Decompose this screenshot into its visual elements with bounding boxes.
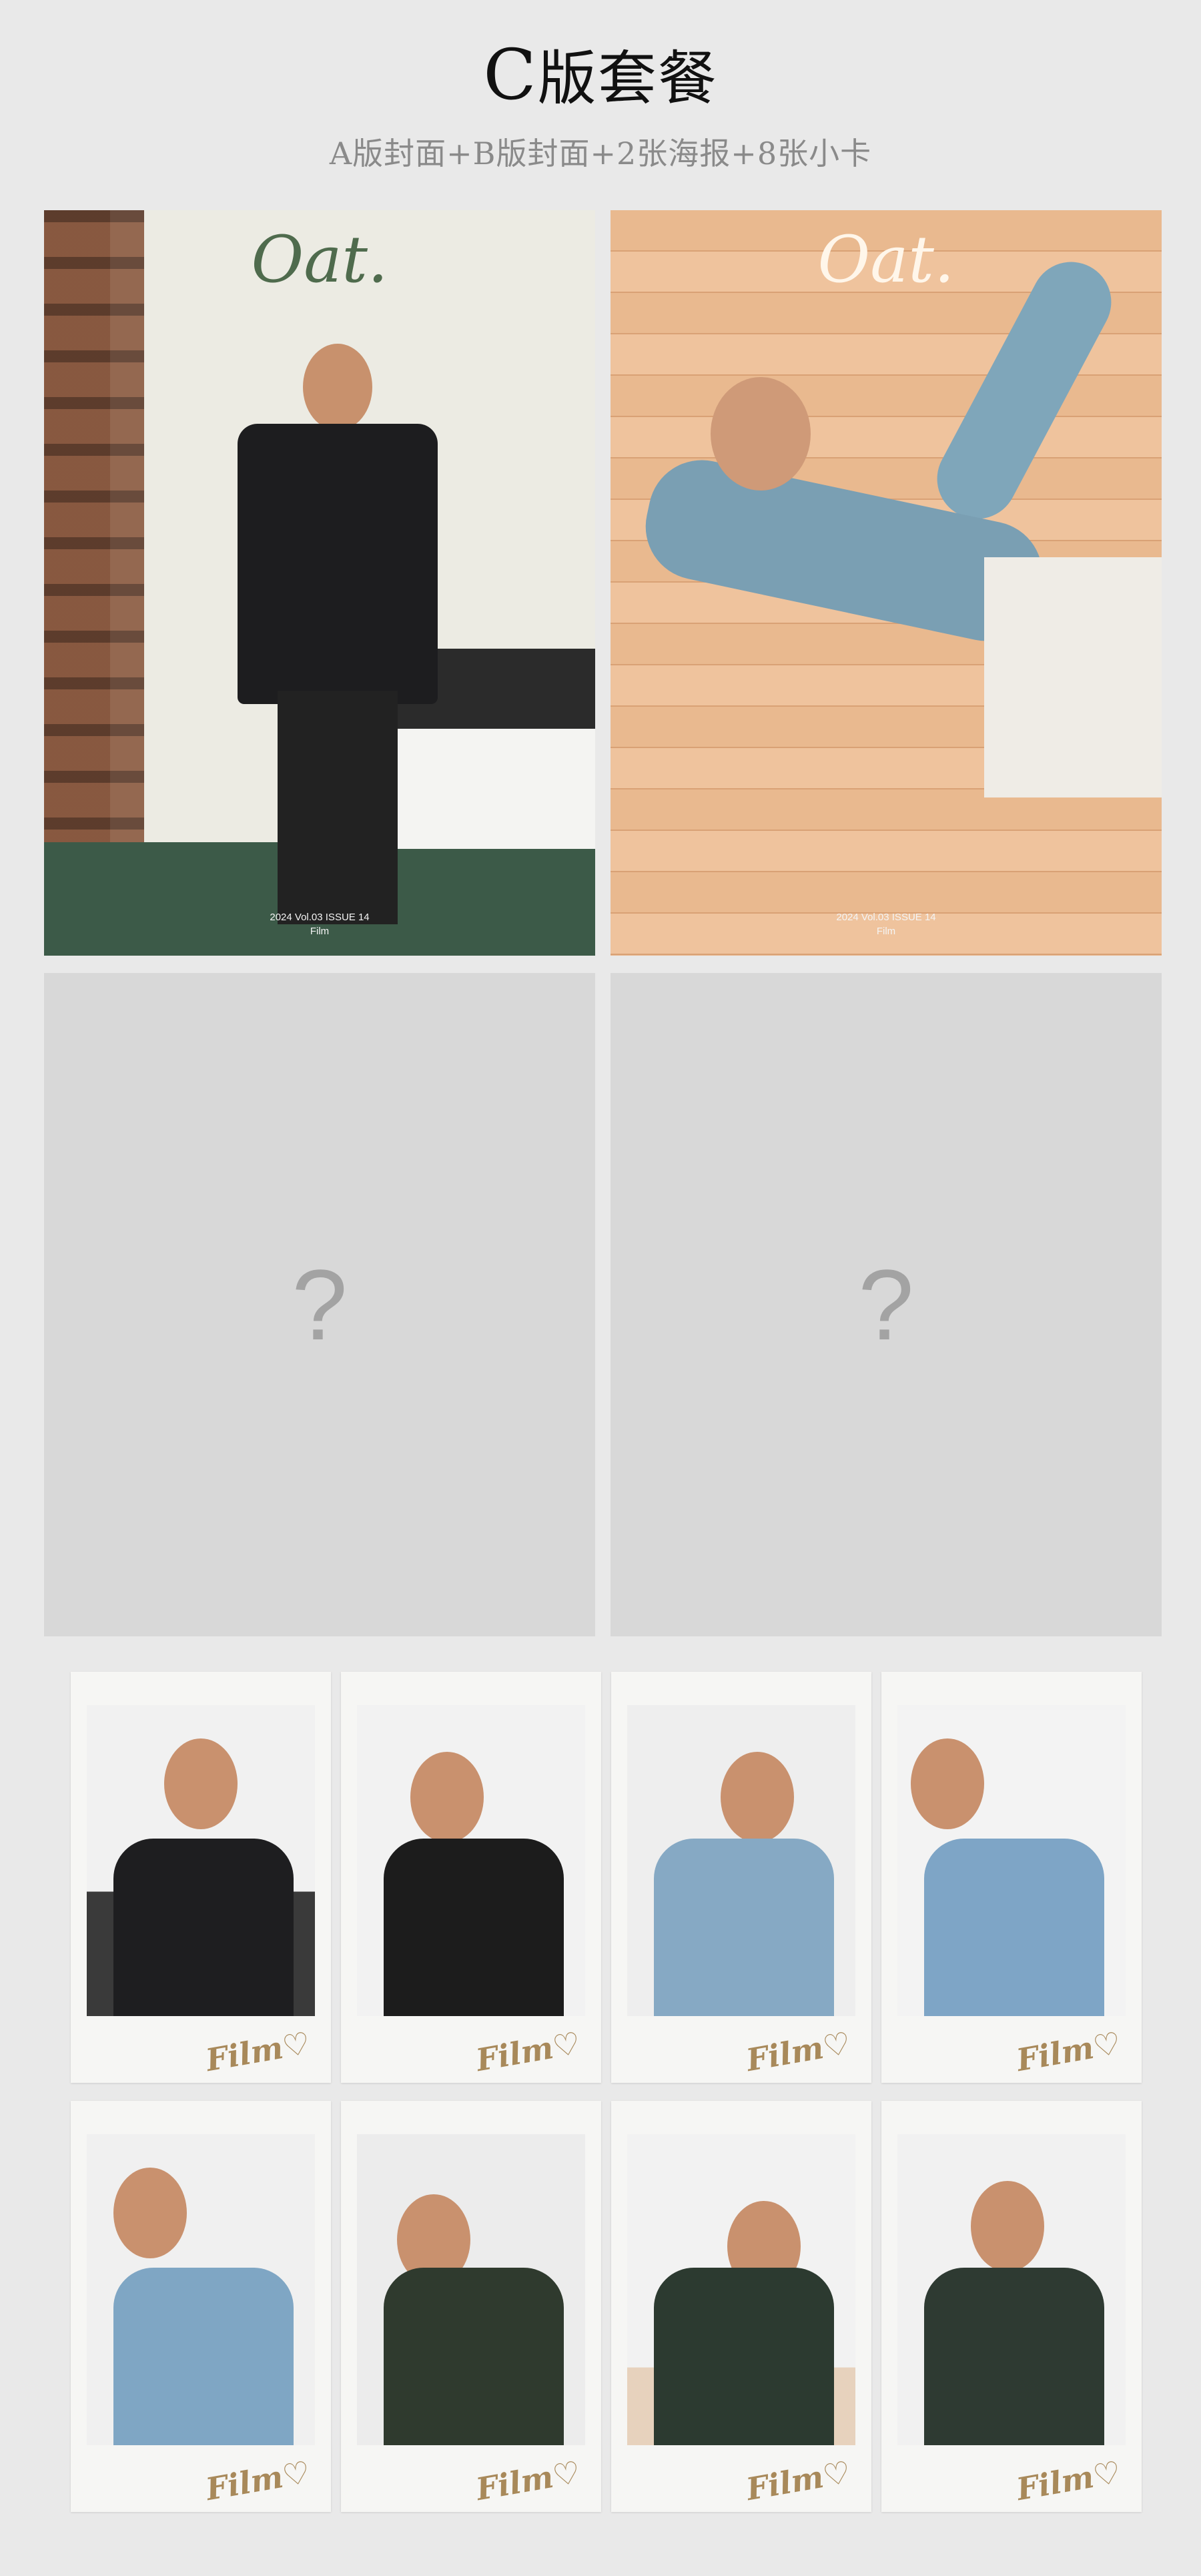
page-title: C版套餐 [0, 40, 1201, 109]
cover-b-image: Oat. 2024 Vol.03 ISSUE 14 Film [611, 210, 1162, 956]
signature: Film♡ [203, 2453, 314, 2508]
model-head [303, 344, 372, 430]
model-head [711, 377, 811, 491]
model-figure [224, 344, 451, 924]
photo-card: Film♡ [881, 1672, 1142, 2083]
photo-card: Film♡ [71, 1672, 331, 2083]
cover-name: Film [310, 926, 330, 937]
signature: Film♡ [203, 2024, 314, 2079]
photo-card: Film♡ [611, 1672, 871, 2083]
header: C版套餐 A版封面+B版封面+2张海报+8张小卡 [0, 40, 1201, 174]
card-photo [627, 1705, 855, 2016]
model-pants [984, 557, 1162, 797]
poster-placeholder: ? [44, 973, 595, 1636]
cover-a-image: Oat. 2024 Vol.03 ISSUE 14 Film [44, 210, 595, 956]
magazine-logo: Oat. [251, 222, 388, 297]
signature: Film♡ [743, 2453, 854, 2508]
poster-placeholder: ? [611, 973, 1162, 1636]
photo-card: Film♡ [341, 2101, 601, 2512]
cover-name: Film [876, 926, 896, 937]
issue-info: 2024 Vol.03 ISSUE 14 Film [611, 910, 1162, 938]
card-photo [897, 2134, 1126, 2445]
signature: Film♡ [473, 2024, 584, 2079]
issue-info: 2024 Vol.03 ISSUE 14 Film [44, 910, 595, 938]
model-legs [278, 691, 398, 924]
card-photo [357, 2134, 585, 2445]
signature: Film♡ [1014, 2453, 1124, 2508]
model-jacket [238, 424, 438, 704]
card-photo [87, 2134, 315, 2445]
signature: Film♡ [473, 2453, 584, 2508]
card-photo [357, 1705, 585, 2016]
photo-card: Film♡ [881, 2101, 1142, 2512]
signature: Film♡ [743, 2024, 854, 2079]
issue-line: 2024 Vol.03 ISSUE 14 [836, 912, 936, 923]
issue-line: 2024 Vol.03 ISSUE 14 [270, 912, 370, 923]
photo-card: Film♡ [341, 1672, 601, 2083]
title-letter: C [483, 34, 538, 115]
card-photo [627, 2134, 855, 2445]
magazine-logo: Oat. [817, 222, 955, 297]
card-photo [87, 1705, 315, 2016]
signature: Film♡ [1014, 2024, 1124, 2079]
card-photo [897, 1705, 1126, 2016]
photo-card: Film♡ [71, 2101, 331, 2512]
title-text: 版套餐 [537, 44, 718, 113]
package-contents: A版封面+B版封面+2张海报+8张小卡 [329, 135, 872, 172]
photo-card: Film♡ [611, 2101, 871, 2512]
